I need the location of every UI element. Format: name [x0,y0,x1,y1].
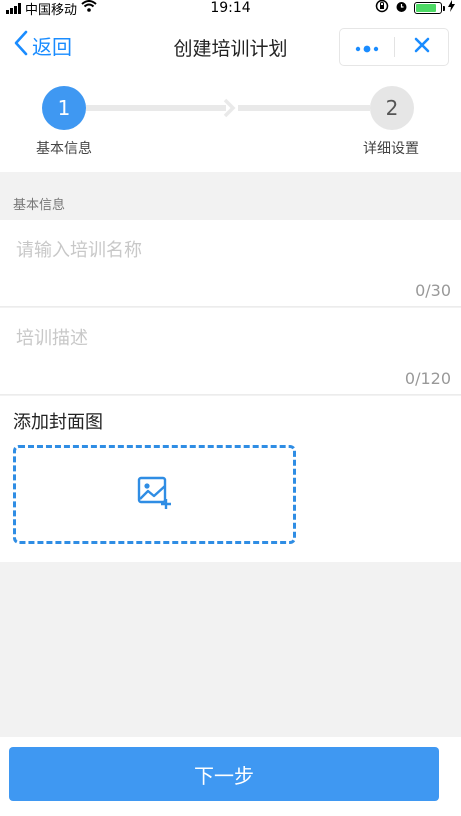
alarm-icon [395,0,408,17]
training-description-input[interactable]: 培训描述 0/120 [0,308,461,395]
next-step-button[interactable]: 下一步 [9,747,439,801]
more-dots-icon [354,38,380,57]
cover-image-label: 添加封面图 [13,412,103,433]
training-name-placeholder: 请输入培训名称 [16,240,142,261]
cover-image-upload[interactable] [13,445,296,544]
mini-program-capsule [339,28,449,66]
step-1-label: 基本信息 [36,141,92,157]
step-progress-line [86,105,226,111]
orientation-lock-icon [375,0,389,17]
step-2-number: 2 [385,96,399,120]
battery-icon [414,2,445,14]
step-indicator: 1 基本信息 2 详细设置 [0,78,461,172]
bottom-bar: 下一步 [0,737,461,816]
step-2-label: 详细设置 [363,141,419,157]
charging-icon [448,0,455,16]
status-bar: 中国移动 19:14 [0,0,461,18]
nav-bar: 返回 创建培训计划 [0,16,461,78]
step-arrow-icon [222,98,236,122]
section-header: 基本信息 [0,186,461,220]
close-button[interactable] [395,29,448,65]
step-1-number: 1 [57,96,71,120]
cover-image-section: 添加封面图 [0,396,461,562]
training-name-input[interactable]: 请输入培训名称 0/30 [0,220,461,307]
add-image-icon [137,476,173,514]
section-title: 基本信息 [13,198,66,213]
step-progress-line [238,105,370,111]
status-right [375,0,455,17]
next-step-label: 下一步 [194,763,254,788]
training-name-counter: 0/30 [415,281,451,300]
training-description-counter: 0/120 [404,369,451,388]
step-2-circle: 2 [370,86,414,130]
close-icon [414,37,430,57]
more-button[interactable] [340,29,394,65]
training-description-placeholder: 培训描述 [16,328,88,349]
step-1-circle: 1 [42,86,86,130]
